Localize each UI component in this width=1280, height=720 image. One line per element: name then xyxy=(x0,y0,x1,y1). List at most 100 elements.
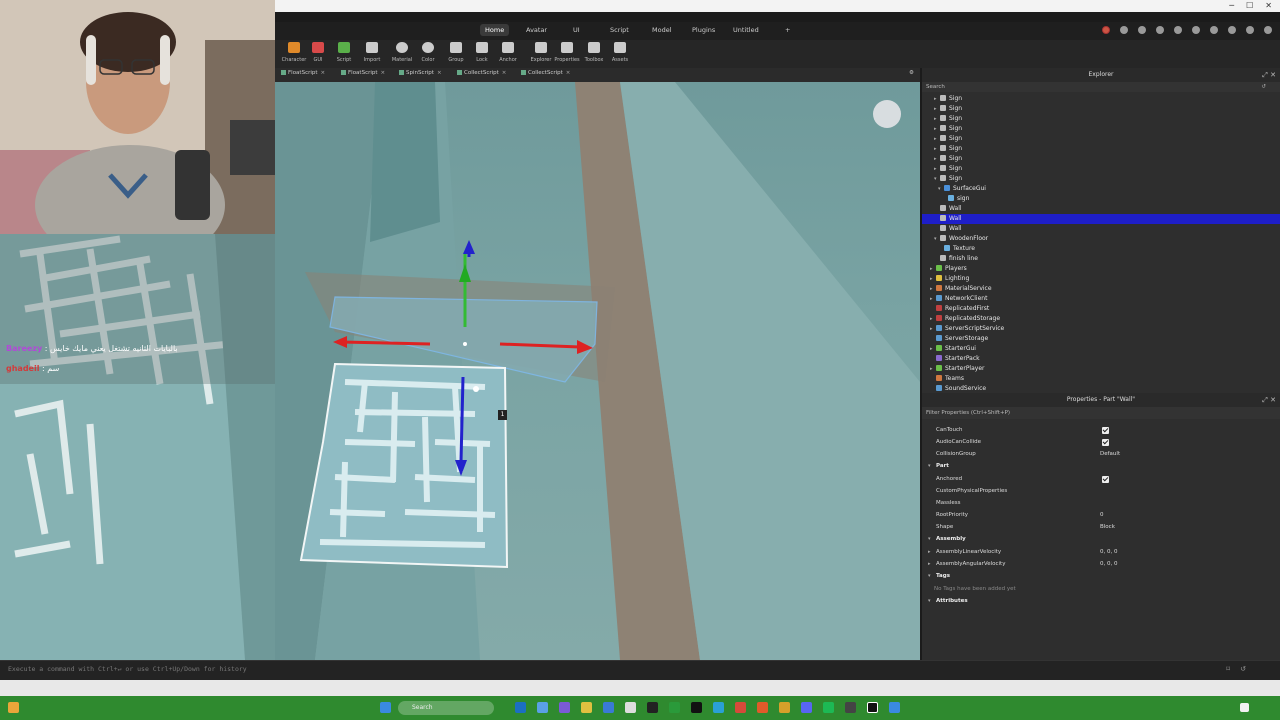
expand-arrow-icon[interactable]: ▸ xyxy=(928,559,931,570)
notes-icon[interactable] xyxy=(1138,26,1146,34)
tab-model[interactable]: Model xyxy=(652,26,672,34)
collapse-arrow-icon[interactable]: ▾ xyxy=(928,461,931,472)
explorer-search-input[interactable]: Search ↺ xyxy=(922,82,1280,92)
property-checkbox[interactable] xyxy=(1102,439,1109,446)
property-section[interactable]: ▾ Part xyxy=(922,461,1280,472)
property-section[interactable]: ▾ Tags xyxy=(922,571,1280,582)
chat-icon[interactable] xyxy=(1156,26,1164,34)
explorer-item[interactable]: sign xyxy=(922,194,1280,204)
explorer-item[interactable]: ▸ Sign xyxy=(922,154,1280,164)
explorer-item[interactable]: Teams xyxy=(922,374,1280,384)
property-row[interactable]: CustomPhysicalProperties xyxy=(922,486,1280,497)
property-row[interactable]: ▸ AssemblyAngularVelocity 0, 0, 0 xyxy=(922,559,1280,570)
property-row[interactable]: RootPriority 0 xyxy=(922,510,1280,521)
explorer-item[interactable]: Wall xyxy=(922,224,1280,234)
app-icon[interactable] xyxy=(889,702,900,713)
xbox-icon[interactable] xyxy=(669,702,680,713)
weather-icon[interactable] xyxy=(8,702,19,713)
explorer-item[interactable]: ▸ Sign xyxy=(922,124,1280,134)
explorer-item[interactable]: ▸ ServerScriptService xyxy=(922,324,1280,334)
collapse-arrow-icon[interactable]: ▾ xyxy=(928,534,931,545)
close-icon[interactable]: × xyxy=(381,70,386,76)
property-row[interactable]: Anchored xyxy=(922,474,1280,485)
avatar-icon[interactable] xyxy=(1264,26,1272,34)
bookmark-icon[interactable]: ⌑ xyxy=(1226,665,1230,673)
tab-script[interactable]: Script xyxy=(610,26,629,34)
properties-filter-input[interactable]: Filter Properties (Ctrl+Shift+P) xyxy=(922,407,1280,419)
maximize-icon[interactable]: ☐ xyxy=(1246,0,1253,12)
tab-ui[interactable]: UI xyxy=(573,26,580,34)
notifications-icon[interactable] xyxy=(1246,26,1254,34)
doc-tab[interactable]: CollectScript × xyxy=(457,70,506,76)
property-value[interactable]: Block xyxy=(1100,522,1115,533)
property-value[interactable]: Default xyxy=(1100,449,1120,460)
explorer-item[interactable]: ▸ Sign xyxy=(922,144,1280,154)
explorer-item[interactable]: ▸ StarterPlayer xyxy=(922,364,1280,374)
property-checkbox[interactable] xyxy=(1102,476,1109,483)
group-button[interactable]: Group xyxy=(443,42,469,63)
property-section[interactable]: ▾ Assembly xyxy=(922,534,1280,545)
properties-button[interactable]: Properties xyxy=(554,42,580,63)
explorer-item[interactable]: ▸ ReplicatedStorage xyxy=(922,314,1280,324)
taskbar-search[interactable]: Search xyxy=(398,701,494,715)
explorer-item[interactable]: finish line xyxy=(922,254,1280,264)
collapse-arrow-icon[interactable]: ▾ xyxy=(928,571,931,582)
app-icon[interactable] xyxy=(559,702,570,713)
script-button[interactable]: Script xyxy=(331,42,357,63)
color-button[interactable]: Color xyxy=(415,42,441,63)
explorer-item[interactable]: ▸ NetworkClient xyxy=(922,294,1280,304)
explorer-item[interactable]: ▸ Sign xyxy=(922,94,1280,104)
close-icon[interactable]: × xyxy=(566,70,571,76)
import-button[interactable]: Import xyxy=(359,42,385,63)
explorer-item[interactable]: ▸ Players xyxy=(922,264,1280,274)
viewport-settings-icon[interactable]: ⚙ xyxy=(909,70,914,76)
lock-button[interactable]: Lock xyxy=(469,42,495,63)
command-input[interactable]: Execute a command with Ctrl+↵ or use Ctr… xyxy=(8,665,247,673)
cloud-icon[interactable] xyxy=(1228,26,1236,34)
property-checkbox[interactable] xyxy=(1102,427,1109,434)
property-row[interactable]: AudioCanCollide xyxy=(922,437,1280,448)
start-icon[interactable] xyxy=(380,702,391,713)
discord-icon[interactable] xyxy=(801,702,812,713)
file-explorer-icon[interactable] xyxy=(537,702,548,713)
assets-button[interactable]: Assets xyxy=(607,42,633,63)
property-section[interactable]: ▾ Attributes xyxy=(922,596,1280,607)
doc-tab[interactable]: CollectScript × xyxy=(521,70,570,76)
team-icon[interactable] xyxy=(1120,26,1128,34)
close-icon[interactable]: × xyxy=(437,70,442,76)
explorer-item[interactable]: ▸ Sign xyxy=(922,114,1280,124)
property-row[interactable]: No Tags have been added yet xyxy=(922,584,1280,595)
explorer-item[interactable]: ▾ Sign xyxy=(922,174,1280,184)
tab-untitled[interactable]: Untitled xyxy=(733,26,759,34)
tiktok-icon[interactable] xyxy=(691,702,702,713)
spotify-icon[interactable] xyxy=(823,702,834,713)
app-icon[interactable] xyxy=(779,702,790,713)
property-value[interactable]: 0, 0, 0 xyxy=(1100,559,1118,570)
explorer-item[interactable]: Texture xyxy=(922,244,1280,254)
chrome-icon[interactable] xyxy=(735,702,746,713)
minimize-icon[interactable]: ─ xyxy=(1229,0,1234,12)
telegram-icon[interactable] xyxy=(713,702,724,713)
add-tab-button[interactable]: + xyxy=(785,26,790,34)
store-icon[interactable] xyxy=(603,702,614,713)
explorer-item[interactable]: ▸ Sign xyxy=(922,104,1280,114)
explorer-item[interactable]: ▾ SurfaceGui xyxy=(922,184,1280,194)
record-icon[interactable] xyxy=(1102,26,1110,34)
edge-icon[interactable] xyxy=(515,702,526,713)
explorer-item[interactable]: ▸ MaterialService xyxy=(922,284,1280,294)
toolbox-button[interactable]: Toolbox xyxy=(581,42,607,63)
property-value[interactable]: 0, 0, 0 xyxy=(1100,547,1118,558)
obs-icon[interactable] xyxy=(845,702,856,713)
tab-plugins[interactable]: Plugins xyxy=(692,26,715,34)
explorer-item[interactable]: ▸ StarterGui xyxy=(922,344,1280,354)
collapse-arrow-icon[interactable]: ▾ xyxy=(928,596,931,607)
doc-tab[interactable]: FloatScript × xyxy=(281,70,325,76)
material-button[interactable]: Material xyxy=(389,42,415,63)
property-row[interactable]: ▸ AssemblyLinearVelocity 0, 0, 0 xyxy=(922,547,1280,558)
panel-close-icon[interactable]: ⤢ ✕ xyxy=(1262,68,1276,82)
property-row[interactable]: Massless xyxy=(922,498,1280,509)
explorer-item[interactable]: ServerStorage xyxy=(922,334,1280,344)
panel-close-icon[interactable]: ⤢ ✕ xyxy=(1262,393,1276,407)
notepad-icon[interactable] xyxy=(625,702,636,713)
tab-avatar[interactable]: Avatar xyxy=(526,26,547,34)
